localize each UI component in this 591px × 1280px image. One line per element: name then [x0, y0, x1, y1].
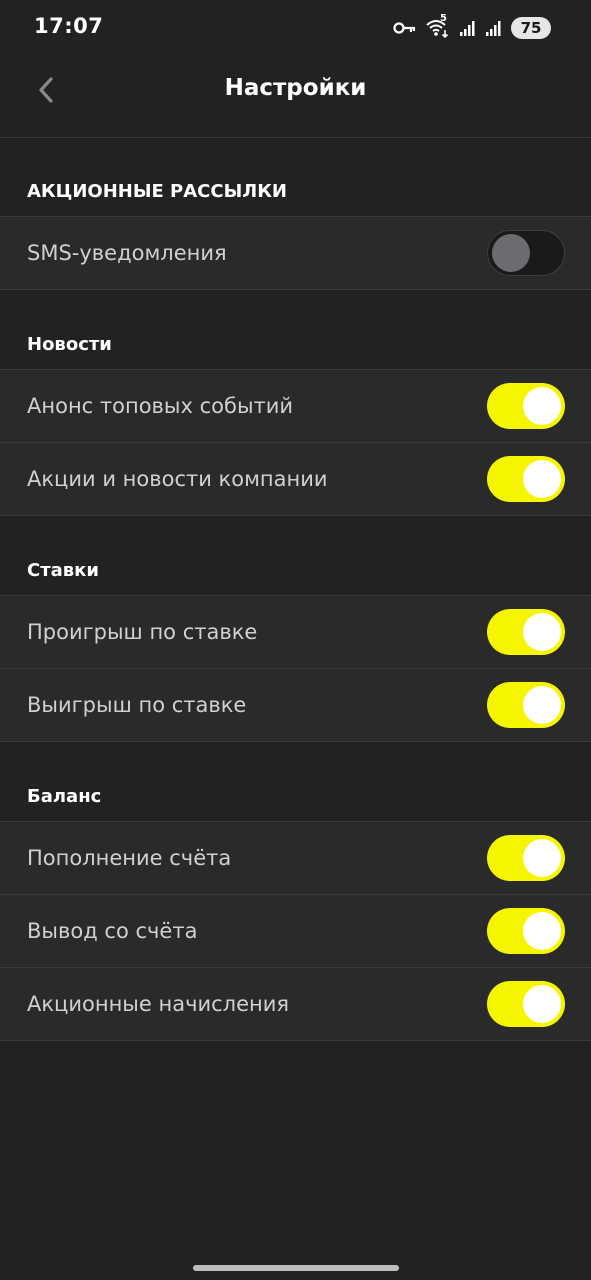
- withdrawal-toggle[interactable]: [487, 908, 565, 954]
- setting-row-bet-loss: Проигрыш по ставке: [0, 596, 591, 669]
- app-bar: Настройки: [0, 56, 591, 138]
- setting-label: Анонс топовых событий: [27, 394, 294, 418]
- setting-row-sms: SMS-уведомления: [0, 217, 591, 290]
- battery-icon: 75: [511, 17, 551, 39]
- section-header-promo: АКЦИОННЫЕ РАССЫЛКИ: [0, 138, 591, 217]
- toggle-knob: [492, 234, 530, 272]
- setting-row-company-news: Акции и новости компании: [0, 443, 591, 516]
- signal-icon: [459, 19, 477, 37]
- section-header-balance: Баланс: [0, 742, 591, 822]
- setting-label: Вывод со счёта: [27, 919, 198, 943]
- signal-icon: [485, 19, 503, 37]
- toggle-knob: [523, 460, 561, 498]
- status-time: 17:07: [34, 14, 104, 38]
- page-title: Настройки: [224, 75, 367, 101]
- company-news-toggle[interactable]: [487, 456, 565, 502]
- settings-list: АКЦИОННЫЕ РАССЫЛКИ SMS-уведомления Новос…: [0, 138, 591, 1041]
- deposit-toggle[interactable]: [487, 835, 565, 881]
- toggle-knob: [523, 912, 561, 950]
- setting-row-withdrawal: Вывод со счёта: [0, 895, 591, 968]
- setting-row-deposit: Пополнение счёта: [0, 822, 591, 895]
- setting-label: SMS-уведомления: [27, 241, 227, 265]
- key-icon: [393, 21, 417, 35]
- setting-row-bet-win: Выигрыш по ставке: [0, 669, 591, 742]
- setting-label: Пополнение счёта: [27, 846, 232, 870]
- promo-credits-toggle[interactable]: [487, 981, 565, 1027]
- wifi-icon: 5: [425, 13, 451, 39]
- toggle-knob: [523, 613, 561, 651]
- toggle-knob: [523, 839, 561, 877]
- setting-row-promo-credits: Акционные начисления: [0, 968, 591, 1041]
- sms-notifications-toggle[interactable]: [487, 230, 565, 276]
- toggle-knob: [523, 686, 561, 724]
- settings-screen: 17:07 5 75 Настройки АКЦИОННЫЕ РАССЫЛКИ …: [0, 0, 591, 1280]
- status-bar: 17:07 5 75: [0, 0, 591, 56]
- setting-label: Проигрыш по ставке: [27, 620, 258, 644]
- status-icons: 5 75: [393, 13, 551, 40]
- setting-label: Акционные начисления: [27, 992, 290, 1016]
- setting-label: Акции и новости компании: [27, 467, 328, 491]
- bet-loss-toggle[interactable]: [487, 609, 565, 655]
- top-events-toggle[interactable]: [487, 383, 565, 429]
- network-type-label: 5: [440, 13, 447, 24]
- setting-row-top-events: Анонс топовых событий: [0, 370, 591, 443]
- bet-win-toggle[interactable]: [487, 682, 565, 728]
- toggle-knob: [523, 985, 561, 1023]
- section-header-bets: Ставки: [0, 516, 591, 596]
- setting-label: Выигрыш по ставке: [27, 693, 247, 717]
- section-header-news: Новости: [0, 290, 591, 370]
- toggle-knob: [523, 387, 561, 425]
- home-indicator[interactable]: [193, 1265, 399, 1271]
